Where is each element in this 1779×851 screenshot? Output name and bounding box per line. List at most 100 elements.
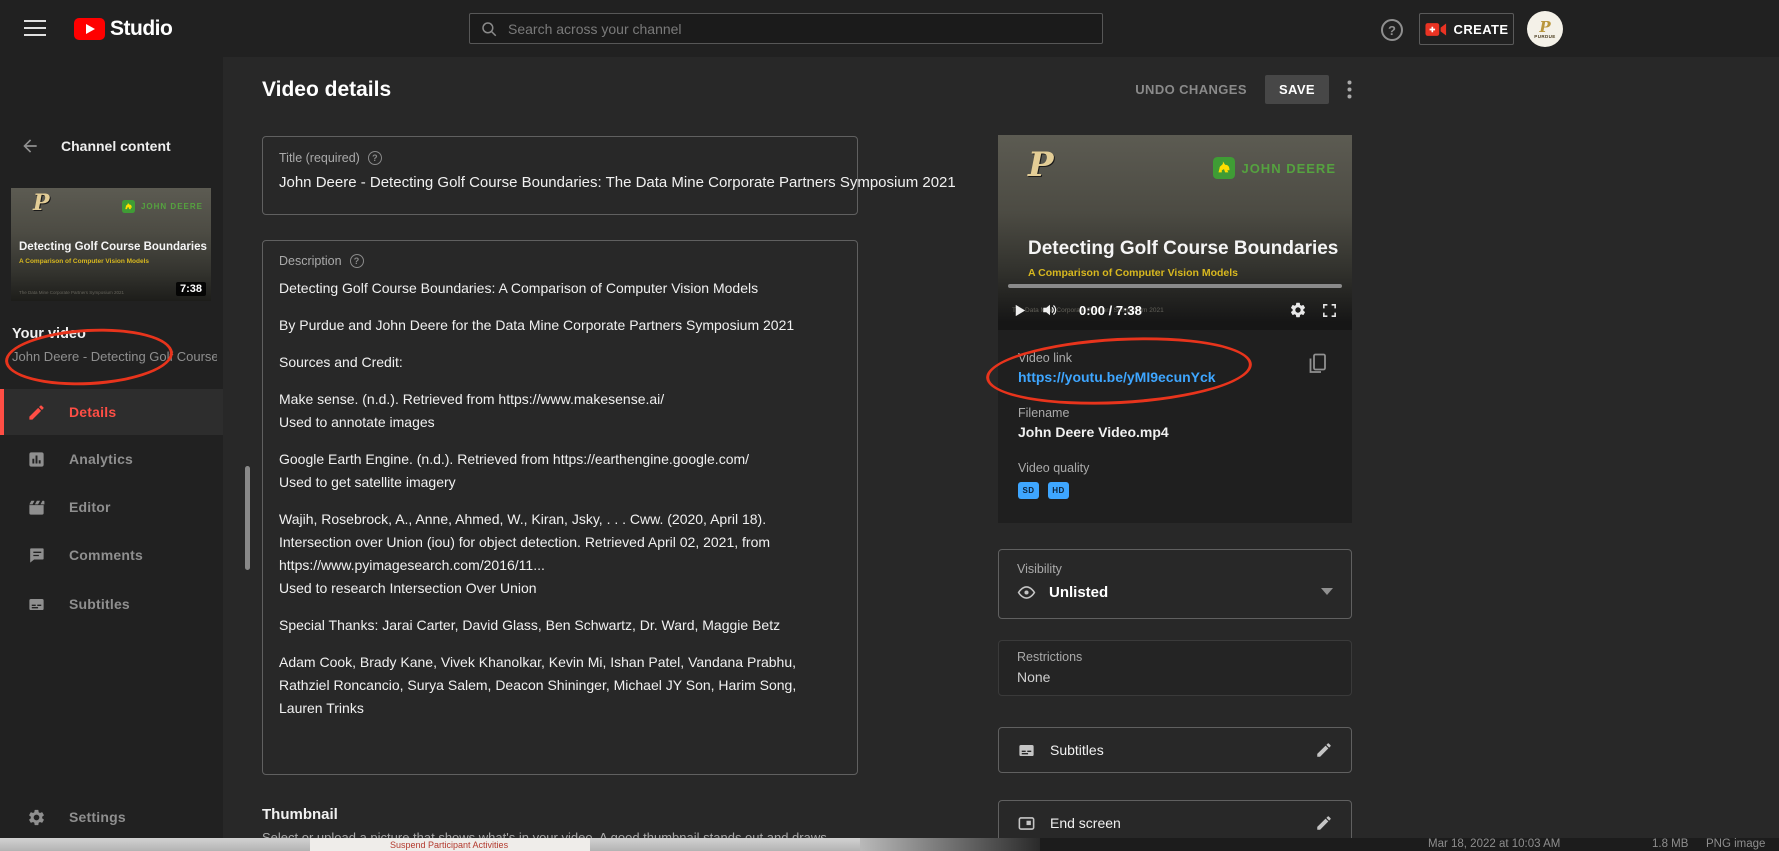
sidebar-item-analytics[interactable]: Analytics: [0, 436, 223, 482]
comments-icon: [26, 545, 46, 565]
bottom-window-strip: Suspend Participant Activities Mar 18, 2…: [0, 838, 1779, 851]
search-icon: [480, 20, 498, 38]
eye-icon: [1017, 583, 1036, 602]
slide-subtitle: A Comparison of Computer Vision Models: [19, 258, 149, 265]
subtitles-icon: [1017, 741, 1036, 760]
create-video-icon: [1425, 22, 1447, 37]
back-label: Channel content: [61, 138, 171, 154]
progress-bar[interactable]: [1008, 284, 1342, 288]
your-video-label: Your video: [12, 326, 86, 342]
top-bar: Studio ? CREATE P PURDUE: [0, 0, 1779, 57]
video-player: P JOHN DEERE Detecting Golf Course Bound…: [998, 135, 1352, 330]
video-link-label: Video link: [1018, 351, 1072, 365]
youtube-studio-app: Studio ? CREATE P PURDUE: [0, 0, 1779, 851]
sidebar-item-settings[interactable]: Settings: [0, 794, 223, 840]
john-deere-logo: JOHN DEERE: [1213, 157, 1336, 179]
description-help-icon[interactable]: ?: [350, 254, 364, 268]
edit-pencil-icon[interactable]: [1315, 741, 1333, 759]
sd-badge: SD: [1018, 482, 1039, 499]
john-deere-wordmark: JOHN DEERE: [141, 202, 203, 211]
end-screen-card-label: End screen: [1050, 815, 1301, 831]
background-window-fragment: Suspend Participant Activities: [310, 838, 590, 851]
sidebar-item-details[interactable]: Details: [0, 389, 223, 435]
help-icon[interactable]: ?: [1381, 19, 1403, 41]
sidebar-item-label: Subtitles: [69, 596, 130, 612]
sidebar: Channel content P JOHN DEERE Detecting G…: [0, 57, 223, 838]
edit-pencil-icon[interactable]: [1315, 814, 1333, 832]
slide-subtitle: A Comparison of Computer Vision Models: [1028, 267, 1238, 279]
filename-label: Filename: [1018, 406, 1069, 420]
subtitles-card[interactable]: Subtitles: [998, 727, 1352, 773]
description-paragraph: Detecting Golf Course Boundaries: A Comp…: [279, 277, 841, 300]
title-help-icon[interactable]: ?: [368, 151, 382, 165]
filename-value: John Deere Video.mp4: [1018, 424, 1169, 440]
description-paragraph: Google Earth Engine. (n.d.). Retrieved f…: [279, 448, 841, 494]
avatar-monogram: P: [1539, 20, 1550, 34]
description-paragraph: By Purdue and John Deere for the Data Mi…: [279, 314, 841, 337]
more-options-icon[interactable]: [1347, 80, 1352, 99]
save-button[interactable]: SAVE: [1265, 75, 1329, 104]
gear-icon: [26, 807, 46, 827]
end-screen-icon: [1017, 814, 1036, 833]
studio-wordmark: Studio: [110, 17, 172, 41]
copy-icon[interactable]: [1306, 352, 1330, 381]
back-to-channel-content[interactable]: Channel content: [0, 133, 223, 159]
player-controls: 0:00 / 7:38: [998, 290, 1352, 330]
sidebar-item-comments[interactable]: Comments: [0, 532, 223, 578]
hd-badge: HD: [1048, 482, 1069, 499]
john-deere-logo: JOHN DEERE: [122, 200, 203, 213]
player-settings-icon[interactable]: [1289, 301, 1307, 319]
avatar-caption: PURDUE: [1534, 34, 1555, 39]
volume-icon[interactable]: [1041, 301, 1059, 319]
scrollbar-thumb[interactable]: [245, 466, 250, 570]
create-button-label: CREATE: [1454, 22, 1509, 37]
file-date: Mar 18, 2022 at 10:03 AM: [1428, 838, 1560, 851]
purdue-logo: P: [1028, 145, 1054, 185]
video-quality-label: Video quality: [1018, 461, 1089, 475]
back-arrow-icon: [20, 136, 40, 156]
subtitles-card-label: Subtitles: [1050, 742, 1301, 758]
sidebar-item-label: Settings: [69, 809, 126, 825]
account-avatar[interactable]: P PURDUE: [1527, 11, 1563, 47]
strip-gradient: [860, 838, 1040, 851]
youtube-play-icon: [74, 18, 105, 40]
slide-title: Detecting Golf Course Boundaries: [1028, 238, 1338, 260]
slide-title: Detecting Golf Course Boundaries: [19, 241, 207, 253]
suspend-activities-text: Suspend Participant Activities: [390, 840, 508, 850]
search-bar[interactable]: [469, 13, 1103, 44]
deer-icon: [122, 200, 135, 213]
description-paragraph: Adam Cook, Brady Kane, Vivek Khanolkar, …: [279, 651, 841, 720]
video-link[interactable]: https://youtu.be/yMI9ecunYck: [1018, 369, 1216, 385]
visibility-dropdown[interactable]: Visibility Unlisted: [998, 549, 1352, 619]
title-field-value: John Deere - Detecting Golf Course Bound…: [279, 174, 841, 191]
fullscreen-icon[interactable]: [1321, 302, 1338, 319]
sidebar-item-label: Comments: [69, 547, 143, 563]
file-info-bar: Mar 18, 2022 at 10:03 AM 1.8 MB PNG imag…: [1040, 838, 1779, 851]
menu-icon[interactable]: [24, 20, 46, 36]
restrictions-field: Restrictions None: [998, 640, 1352, 696]
subtitles-icon: [26, 594, 46, 614]
sidebar-item-subtitles[interactable]: Subtitles: [0, 581, 223, 627]
play-icon[interactable]: [1012, 303, 1027, 318]
youtube-studio-logo[interactable]: Studio: [74, 17, 172, 41]
thumbnail-heading: Thumbnail: [262, 806, 338, 823]
description-paragraph: Make sense. (n.d.). Retrieved from https…: [279, 388, 841, 434]
analytics-icon: [26, 449, 46, 469]
undo-changes-button[interactable]: UNDO CHANGES: [1135, 82, 1247, 97]
sidebar-item-editor[interactable]: Editor: [0, 484, 223, 530]
pencil-icon: [26, 402, 46, 422]
description-paragraph: Wajih, Rosebrock, A., Anne, Ahmed, W., K…: [279, 508, 841, 600]
title-field[interactable]: Title (required) ? John Deere - Detectin…: [262, 136, 858, 215]
deer-icon: [1213, 157, 1235, 179]
sidebar-item-label: Details: [69, 404, 116, 420]
sidebar-item-label: Editor: [69, 499, 111, 515]
restrictions-label: Restrictions: [1017, 650, 1333, 664]
header-actions: UNDO CHANGES SAVE: [1140, 74, 1352, 104]
chevron-down-icon[interactable]: [1321, 588, 1333, 595]
description-field[interactable]: Description ? Detecting Golf Course Boun…: [262, 240, 858, 775]
create-button[interactable]: CREATE: [1419, 13, 1514, 45]
purdue-logo: P: [33, 190, 50, 216]
visibility-value: Unlisted: [1049, 584, 1108, 601]
search-input[interactable]: [508, 21, 1092, 37]
slide-footer: The Data Mine Corporate Partners Symposi…: [19, 290, 124, 295]
